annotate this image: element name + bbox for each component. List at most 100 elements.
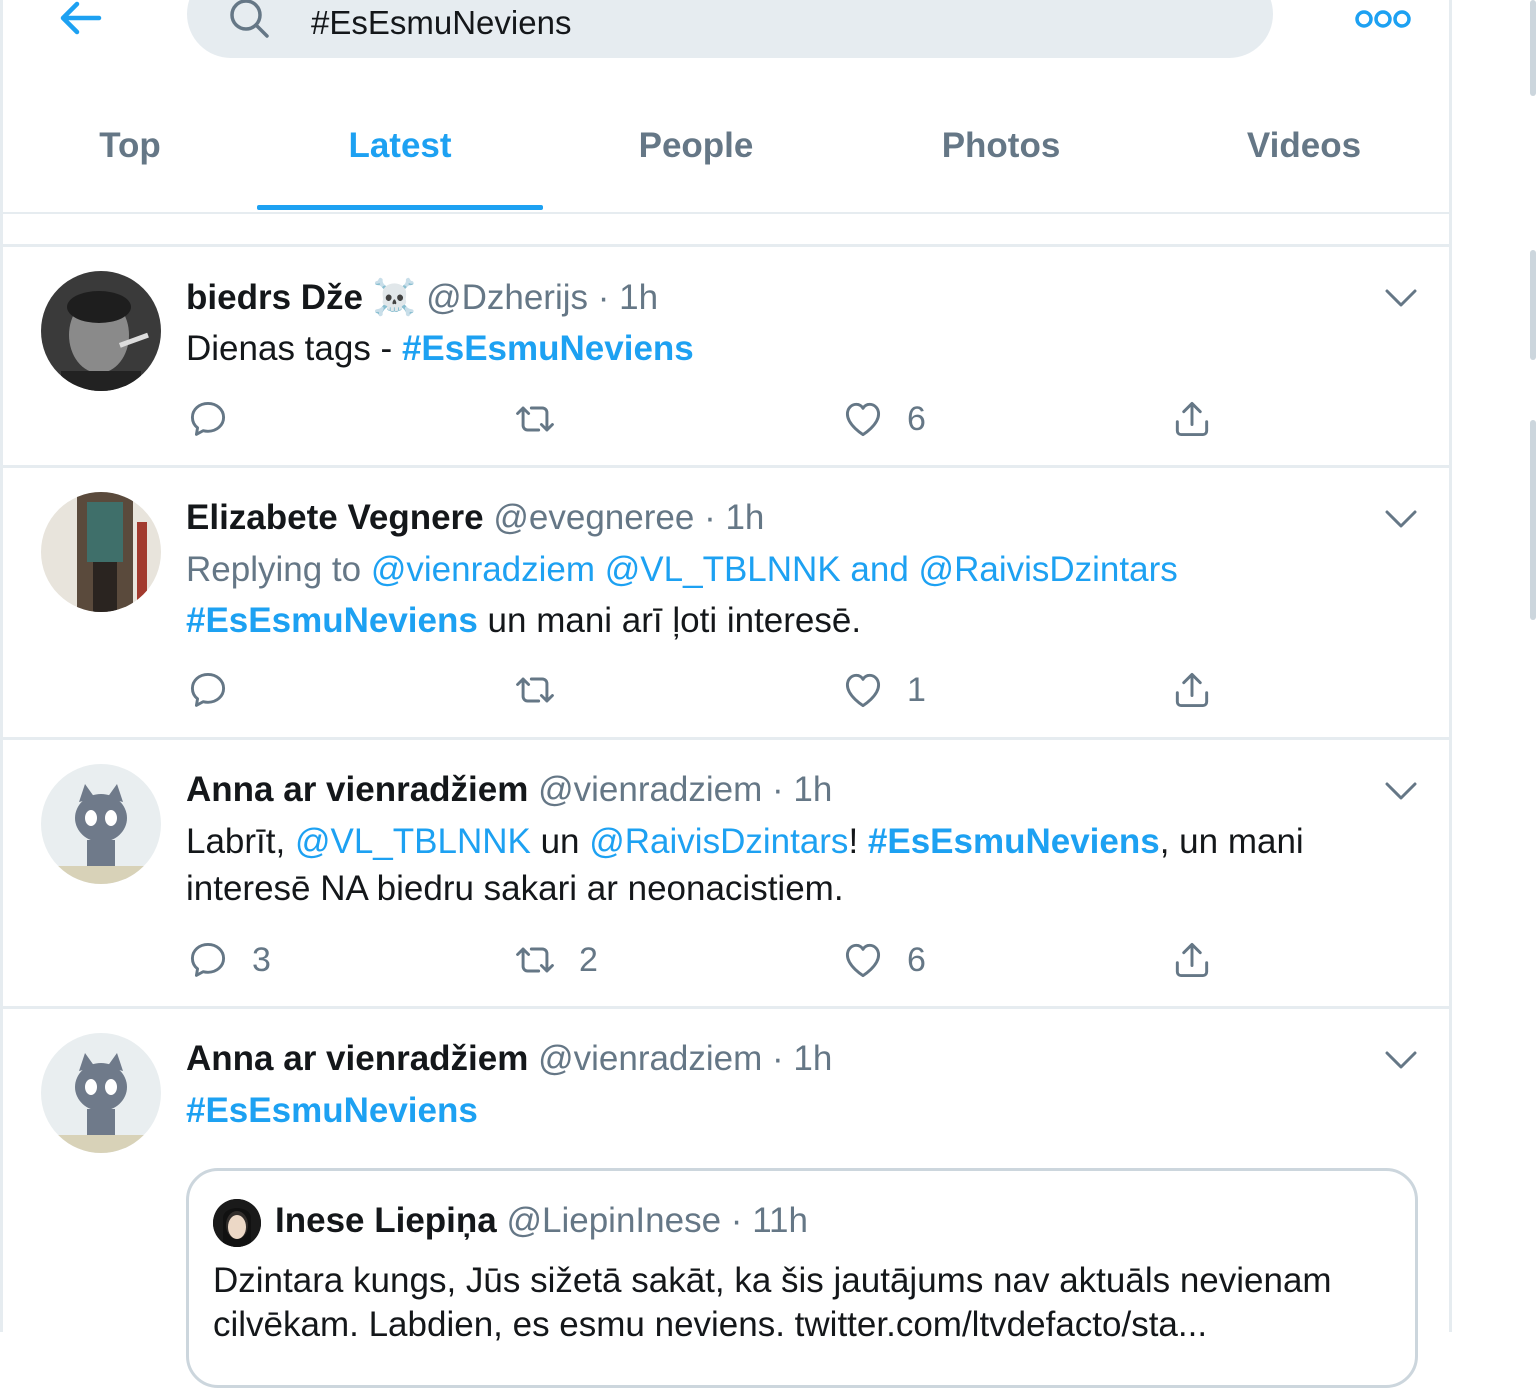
tab-top[interactable]: Top bbox=[3, 100, 257, 210]
tab-people[interactable]: People bbox=[543, 100, 849, 210]
like-count: 1 bbox=[907, 670, 926, 709]
tab-label: Photos bbox=[941, 126, 1061, 165]
share-button[interactable] bbox=[1170, 938, 1214, 982]
tab-photos[interactable]: Photos bbox=[849, 100, 1153, 210]
share-button[interactable] bbox=[1170, 397, 1214, 441]
text-fragment: Dienas tags - bbox=[186, 329, 402, 368]
tweet-header: Anna ar vienradžiem @vienradziem · 1h bbox=[186, 770, 832, 810]
user-handle[interactable]: @evegneree bbox=[493, 498, 694, 537]
timestamp[interactable]: 1h bbox=[793, 1039, 832, 1078]
user-handle[interactable]: @Dzherijs bbox=[426, 278, 588, 317]
tweet-text: Dienas tags - #EsEsmuNeviens bbox=[186, 325, 694, 372]
back-arrow-icon[interactable] bbox=[55, 0, 105, 42]
retweet-button[interactable]: 2 bbox=[513, 938, 598, 982]
tab-latest[interactable]: Latest bbox=[257, 100, 543, 210]
text-fragment: un bbox=[530, 822, 590, 861]
reply-button[interactable]: 3 bbox=[186, 938, 271, 982]
avatar[interactable] bbox=[41, 492, 161, 612]
display-name[interactable]: biedrs Dže bbox=[186, 278, 363, 317]
display-name[interactable]: Inese Liepiņa bbox=[275, 1201, 497, 1240]
replying-label: Replying to bbox=[186, 550, 371, 589]
tab-label: Top bbox=[99, 126, 161, 165]
tweet[interactable]: Anna ar vienradžiem @vienradziem · 1h La… bbox=[3, 740, 1449, 1009]
quoted-tweet[interactable]: Inese Liepiņa @LiepinInese · 11h Dzintar… bbox=[186, 1168, 1418, 1388]
chevron-down-icon[interactable] bbox=[1383, 1049, 1419, 1071]
user-handle[interactable]: @LiepinInese bbox=[506, 1201, 721, 1240]
like-count: 6 bbox=[907, 940, 926, 979]
tweet-header: Elizabete Vegnere @evegneree · 1h bbox=[186, 498, 764, 538]
timestamp[interactable]: 11h bbox=[752, 1201, 808, 1240]
display-name[interactable]: Elizabete Vegnere bbox=[186, 498, 484, 537]
quoted-tweet-header: Inese Liepiņa @LiepinInese · 11h bbox=[275, 1201, 808, 1241]
tab-label: People bbox=[638, 126, 754, 165]
avatar[interactable] bbox=[41, 764, 161, 884]
skull-crossbones-icon: ☠️ bbox=[372, 278, 417, 317]
separator-dot: · bbox=[772, 1039, 784, 1078]
timestamp[interactable]: 1h bbox=[619, 278, 658, 317]
like-button[interactable]: 6 bbox=[841, 938, 926, 982]
text-line: cilvēkam. Labdien, es esmu neviens. twit… bbox=[213, 1305, 1208, 1344]
reply-button[interactable] bbox=[186, 668, 230, 712]
user-handle[interactable]: @vienradziem bbox=[538, 1039, 762, 1078]
search-icon bbox=[230, 0, 269, 38]
search-input[interactable]: #EsEsmuNeviens bbox=[187, 0, 1273, 58]
display-name[interactable]: Anna ar vienradžiem bbox=[186, 1039, 528, 1078]
right-sidebar-edge bbox=[1452, 0, 1536, 1332]
hashtag-link[interactable]: #EsEsmuNeviens bbox=[186, 601, 478, 640]
tabs-divider bbox=[3, 212, 1449, 214]
retweet-button[interactable] bbox=[513, 397, 557, 441]
tweet-text-line-2: interesē NA biedru sakari ar neonacistie… bbox=[186, 869, 844, 908]
retweet-icon bbox=[513, 938, 557, 982]
like-button[interactable]: 1 bbox=[841, 668, 926, 712]
retweet-button[interactable] bbox=[513, 668, 557, 712]
separator-dot: · bbox=[730, 1201, 743, 1240]
text-fragment: ! bbox=[848, 822, 868, 861]
chevron-down-icon[interactable] bbox=[1383, 287, 1419, 309]
tweet[interactable]: Elizabete Vegnere @evegneree · 1h Replyi… bbox=[3, 468, 1449, 740]
tab-videos[interactable]: Videos bbox=[1153, 100, 1455, 210]
tweet-header: biedrs Dže ☠️ @Dzherijs · 1h bbox=[186, 277, 658, 318]
mention-link[interactable]: @vienradziem bbox=[371, 550, 595, 589]
separator-dot: · bbox=[772, 770, 784, 809]
separator-dot: · bbox=[704, 498, 716, 537]
tab-label: Videos bbox=[1246, 126, 1362, 165]
timestamp[interactable]: 1h bbox=[725, 498, 764, 537]
more-options-icon[interactable] bbox=[1355, 8, 1411, 30]
retweet-count: 2 bbox=[579, 940, 598, 979]
retweet-icon bbox=[513, 397, 557, 441]
chevron-down-icon[interactable] bbox=[1383, 508, 1419, 530]
avatar[interactable] bbox=[41, 1033, 161, 1153]
scrollbar-thumb[interactable] bbox=[1530, 0, 1536, 96]
text-line: Dzintara kungs, Jūs sižetā sakāt, ka šis… bbox=[213, 1261, 1332, 1300]
timestamp[interactable]: 1h bbox=[793, 770, 832, 809]
mention-link[interactable]: @VL_TBLNNK bbox=[295, 822, 531, 861]
top-bar: #EsEsmuNeviens bbox=[3, 0, 1449, 70]
mention-link[interactable]: @RaivisDzintars bbox=[589, 822, 848, 861]
share-icon bbox=[1170, 397, 1214, 441]
mention-link[interactable]: @VL_TBLNNK bbox=[605, 550, 841, 589]
scrollbar-thumb[interactable] bbox=[1530, 420, 1536, 620]
quoted-tweet-text: Dzintara kungs, Jūs sižetā sakāt, ka šis… bbox=[213, 1259, 1332, 1347]
mention-link[interactable]: @RaivisDzintars bbox=[919, 550, 1178, 589]
avatar[interactable] bbox=[213, 1199, 261, 1247]
tweet-text: #EsEsmuNeviens un mani arī ļoti interesē… bbox=[186, 597, 861, 644]
like-button[interactable]: 6 bbox=[841, 397, 926, 441]
avatar[interactable] bbox=[41, 271, 161, 391]
chevron-down-icon[interactable] bbox=[1383, 780, 1419, 802]
share-button[interactable] bbox=[1170, 668, 1214, 712]
scrollbar-thumb[interactable] bbox=[1530, 250, 1536, 360]
display-name[interactable]: Anna ar vienradžiem bbox=[186, 770, 528, 809]
tweet-text: #EsEsmuNeviens bbox=[186, 1087, 478, 1134]
tweet[interactable]: biedrs Dže ☠️ @Dzherijs · 1h Dienas tags… bbox=[3, 247, 1449, 468]
hashtag-link[interactable]: #EsEsmuNeviens bbox=[402, 329, 694, 368]
reply-icon bbox=[186, 668, 230, 712]
user-handle[interactable]: @vienradziem bbox=[538, 770, 762, 809]
reply-button[interactable] bbox=[186, 397, 230, 441]
hashtag-link[interactable]: #EsEsmuNeviens bbox=[186, 1091, 478, 1130]
active-tab-indicator bbox=[257, 205, 543, 210]
text-fragment: Labrīt, bbox=[186, 822, 295, 861]
search-query[interactable]: #EsEsmuNeviens bbox=[311, 4, 571, 42]
hashtag-link[interactable]: #EsEsmuNeviens bbox=[868, 822, 1160, 861]
reply-count: 3 bbox=[252, 940, 271, 979]
text-fragment: un mani arī ļoti interesē. bbox=[477, 601, 862, 640]
